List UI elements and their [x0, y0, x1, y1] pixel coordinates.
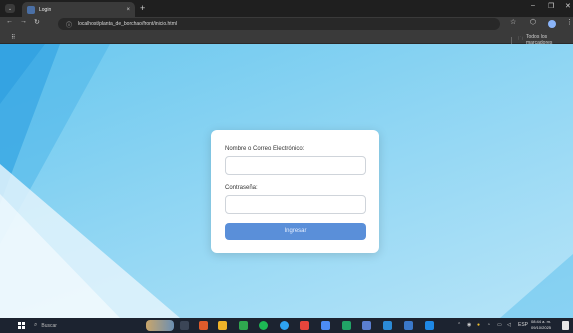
back-button[interactable]: ← [6, 18, 13, 25]
minimize-button[interactable]: – [531, 2, 535, 9]
widgets-icon[interactable] [146, 320, 174, 331]
browser-tab-bar: ⌄ Login × + – ❐ ✕ [0, 0, 573, 17]
apps-grid-icon[interactable]: ⠿ [11, 34, 15, 41]
profile-avatar[interactable] [548, 20, 556, 28]
clock-date: 09/10/2025 [531, 325, 552, 330]
password-field[interactable] [225, 195, 366, 214]
tray-overflow-icon[interactable]: ⌃ [457, 322, 461, 328]
password-label: Contraseña: [225, 185, 258, 191]
email-label: Nombre o Correo Electrónico: [225, 146, 305, 152]
taskbar-clock[interactable]: 08:44 a. m. 09/10/2025 [531, 319, 551, 331]
wifi-icon[interactable]: ◔ [487, 322, 490, 328]
app-icon-red[interactable] [300, 321, 309, 330]
tray-app-icon[interactable]: ◉ [467, 322, 471, 328]
restore-button[interactable]: ❐ [548, 2, 554, 10]
language-indicator[interactable]: ESP [518, 322, 528, 328]
taskbar-search-placeholder: Buscar [41, 322, 57, 329]
vscode-icon[interactable] [383, 321, 392, 330]
app-icon-orange[interactable] [199, 321, 208, 330]
new-tab-button[interactable]: + [140, 3, 145, 13]
site-info-icon[interactable]: ⓘ [66, 20, 72, 29]
edge-icon[interactable] [280, 321, 289, 330]
folder-icon: 🗀 [517, 36, 523, 42]
extensions-icon[interactable]: ⬡ [530, 18, 536, 26]
close-window-button[interactable]: ✕ [565, 2, 571, 10]
browser-menu-icon[interactable]: ⋮ [566, 18, 573, 26]
volume-icon[interactable]: ◁ [507, 322, 511, 328]
search-icon: ⌕ [34, 322, 38, 328]
app-icon-indigo[interactable] [362, 321, 371, 330]
windows-start-icon[interactable] [18, 322, 25, 329]
tab-search-button[interactable]: ⌄ [5, 4, 15, 13]
app-icon-blue-2[interactable] [404, 321, 413, 330]
url-omnibox[interactable]: ⓘ localhost/planta_de_borchao/front/inic… [58, 18, 500, 30]
bookmarks-divider [511, 36, 512, 44]
forward-button[interactable]: → [20, 18, 27, 25]
task-view-icon[interactable] [180, 321, 189, 330]
email-field[interactable] [225, 156, 366, 175]
tab-title: Login [39, 6, 52, 13]
app-icon-blue[interactable] [321, 321, 330, 330]
browser-address-bar: ← → ↻ ⓘ localhost/planta_de_borchao/fron… [0, 17, 573, 31]
app-icon-green[interactable] [239, 321, 248, 330]
reload-button[interactable]: ↻ [34, 18, 40, 26]
bookmarks-bar: ⠿ 🗀 Todos los marcadores [0, 31, 573, 46]
battery-icon[interactable]: ▭ [497, 322, 502, 328]
spotify-icon[interactable] [259, 321, 268, 330]
tray-notification-icon[interactable]: ● [477, 322, 480, 328]
favicon-icon [27, 5, 35, 14]
file-explorer-icon[interactable] [218, 321, 227, 330]
app-icon-blue-3[interactable] [425, 321, 434, 330]
close-tab-icon[interactable]: × [126, 7, 130, 13]
login-submit-button[interactable]: Ingresar [225, 223, 366, 240]
notification-center-icon[interactable] [562, 321, 569, 330]
bookmark-star-icon[interactable]: ☆ [510, 18, 516, 26]
taskbar-search[interactable]: ⌕ Buscar [34, 320, 134, 331]
windows-taskbar: ⌕ Buscar ⌃ ◉ ● ◔ ▭ ◁ ESP 08:44 a. m. 09/… [0, 318, 573, 333]
app-icon-green-2[interactable] [342, 321, 351, 330]
login-card: Nombre o Correo Electrónico: Contraseña:… [211, 130, 379, 253]
url-text[interactable]: localhost/planta_de_borchao/front/inicio… [78, 21, 177, 27]
browser-tab-login[interactable]: Login × [22, 2, 135, 17]
page-content: Nombre o Correo Electrónico: Contraseña:… [0, 44, 573, 318]
